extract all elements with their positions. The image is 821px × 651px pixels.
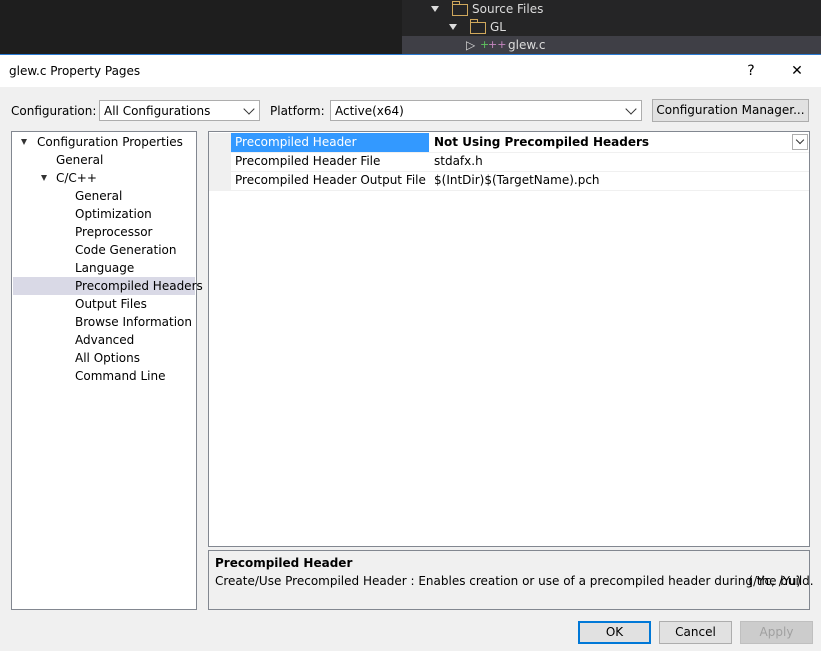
ok-button[interactable]: OK: [578, 621, 651, 644]
description-title: Precompiled Header: [215, 556, 353, 570]
nav-item-cpp-general[interactable]: General: [75, 187, 122, 205]
expand-arrow-icon[interactable]: [431, 6, 439, 12]
property-grid: Precompiled Header Not Using Precompiled…: [208, 131, 810, 547]
tree-item-glew-c[interactable]: ▷ + ++ glew.c: [402, 36, 821, 54]
nav-item-all-options[interactable]: All Options: [75, 349, 140, 367]
c-file-icon: ++: [488, 38, 507, 51]
nav-item-preprocessor[interactable]: Preprocessor: [75, 223, 152, 241]
tree-item-source-files[interactable]: Source Files: [402, 0, 821, 18]
grid-row[interactable]: Precompiled Header Not Using Precompiled…: [209, 133, 809, 153]
folder-icon: [452, 1, 468, 16]
dialog-title: glew.c Property Pages: [9, 64, 141, 78]
configuration-select[interactable]: All Configurations: [99, 100, 260, 121]
folder-icon: [470, 19, 486, 34]
configuration-label: Configuration:: [11, 104, 97, 118]
nav-item-language[interactable]: Language: [75, 259, 134, 277]
chevron-down-icon: [625, 103, 637, 115]
title-bar: glew.c Property Pages ? ✕: [0, 55, 821, 87]
platform-label: Platform:: [270, 104, 325, 118]
nav-item-precompiled-headers[interactable]: Precompiled Headers: [13, 277, 203, 295]
tree-item-label: glew.c: [508, 38, 546, 52]
platform-select[interactable]: Active(x64): [330, 100, 642, 121]
nav-item-advanced[interactable]: Advanced: [75, 331, 134, 349]
expand-arrow-icon[interactable]: [21, 139, 27, 145]
platform-value: Active(x64): [335, 104, 404, 118]
grid-row[interactable]: Precompiled Header Output File $(IntDir)…: [209, 171, 809, 191]
tree-item-gl[interactable]: GL: [402, 18, 821, 36]
nav-item-configuration-properties[interactable]: Configuration Properties: [37, 133, 183, 151]
configuration-manager-button[interactable]: Configuration Manager...: [652, 99, 809, 122]
apply-button[interactable]: Apply: [740, 621, 813, 644]
configuration-value: All Configurations: [104, 104, 211, 118]
chevron-down-icon: [243, 103, 255, 115]
tree-item-label: GL: [490, 20, 506, 34]
nav-item-code-generation[interactable]: Code Generation: [75, 241, 176, 259]
chevron-down-icon: [795, 135, 805, 145]
nav-item-optimization[interactable]: Optimization: [75, 205, 152, 223]
cancel-button[interactable]: Cancel: [659, 621, 732, 644]
property-name[interactable]: Precompiled Header File: [231, 152, 429, 171]
expand-arrow-icon[interactable]: [41, 175, 47, 181]
value-dropdown-button[interactable]: [792, 134, 808, 150]
description-text: Create/Use Precompiled Header : Enables …: [215, 574, 814, 588]
solution-explorer: Source Files GL ▷ + ++ glew.c: [402, 0, 821, 54]
description-switches: (/Yc, /Yu): [748, 574, 801, 588]
close-button[interactable]: ✕: [782, 59, 812, 83]
property-value[interactable]: Not Using Precompiled Headers: [430, 133, 809, 152]
grid-gutter: [209, 171, 231, 190]
nav-item-browse-information[interactable]: Browse Information: [75, 313, 192, 331]
expand-arrow-icon[interactable]: [449, 24, 457, 30]
property-value[interactable]: stdafx.h: [430, 152, 809, 171]
property-name[interactable]: Precompiled Header Output File: [231, 171, 429, 190]
property-pages-dialog: glew.c Property Pages ? ✕ Configuration:…: [0, 54, 821, 651]
collapse-arrow-icon[interactable]: ▷: [466, 36, 475, 54]
nav-item-output-files[interactable]: Output Files: [75, 295, 147, 313]
description-panel: Precompiled Header Create/Use Precompile…: [208, 550, 814, 610]
grid-gutter: [209, 152, 231, 171]
property-value[interactable]: $(IntDir)$(TargetName).pch: [430, 171, 809, 190]
property-name[interactable]: Precompiled Header: [231, 133, 429, 152]
property-tree: Configuration Properties General C/C++ G…: [11, 131, 203, 610]
nav-item-general[interactable]: General: [56, 151, 103, 169]
nav-item-command-line[interactable]: Command Line: [75, 367, 166, 385]
nav-item-c-cpp[interactable]: C/C++: [56, 169, 97, 187]
grid-gutter: [209, 133, 231, 152]
help-button[interactable]: ?: [736, 59, 766, 83]
grid-row[interactable]: Precompiled Header File stdafx.h: [209, 152, 809, 172]
tree-item-label: Source Files: [472, 2, 544, 16]
